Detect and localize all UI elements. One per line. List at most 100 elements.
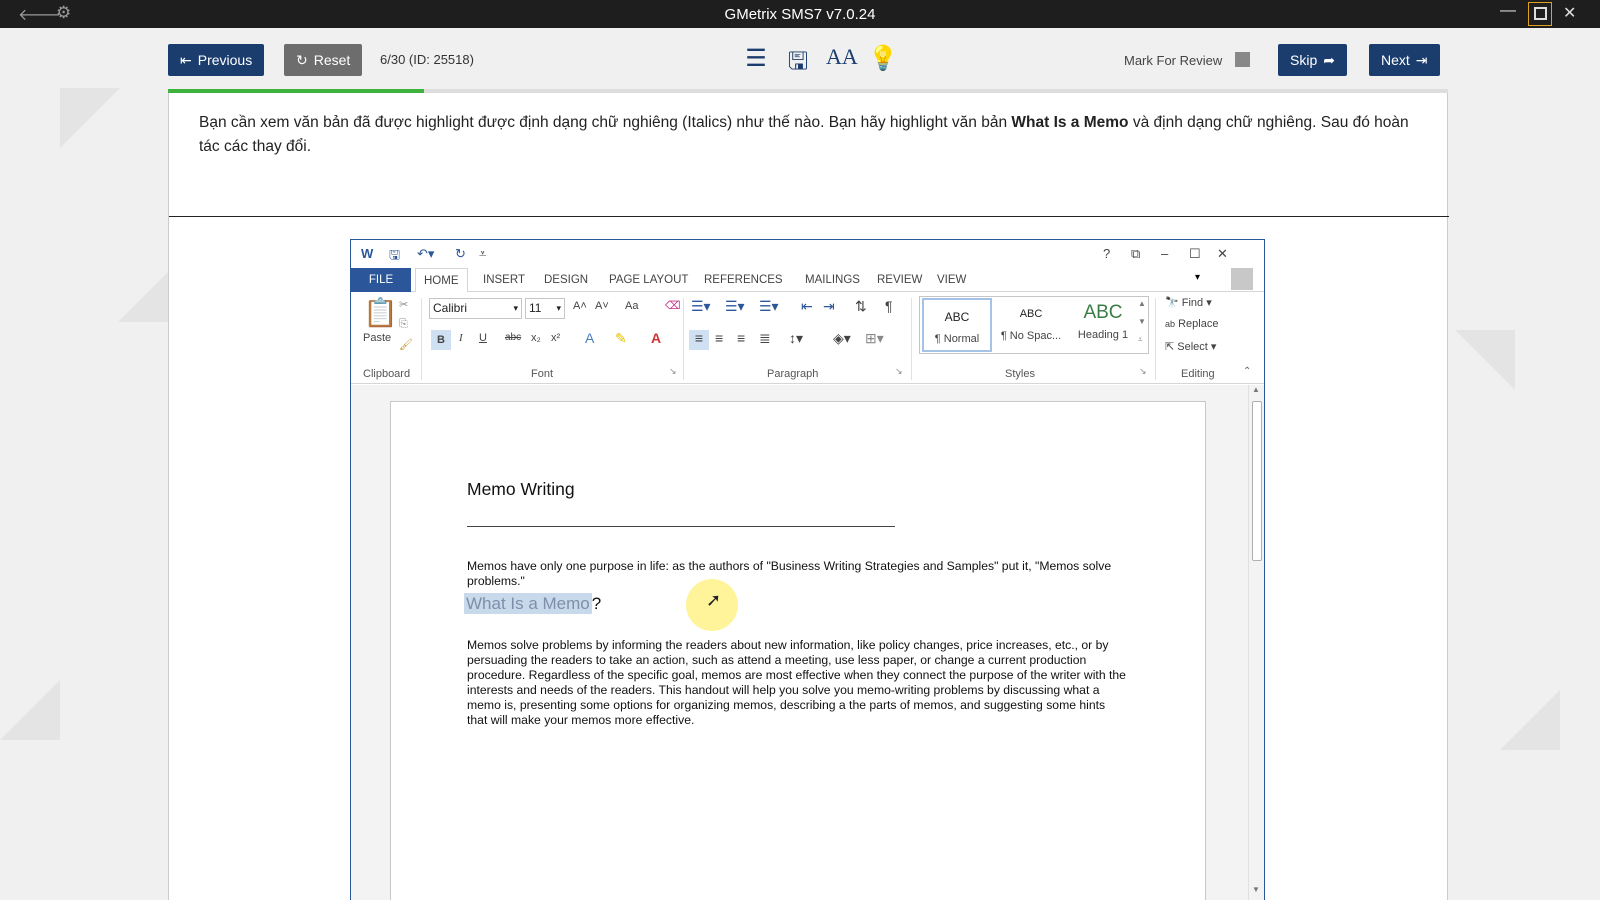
superscript-button[interactable]: x² [551,332,560,344]
minimize-icon[interactable]: — [1500,2,1516,20]
doc-body-paragraph: Memos solve problems by informing the re… [467,638,1126,727]
find-button[interactable]: 🔭 Find ▾ [1165,296,1212,309]
tab-mailings[interactable]: MAILINGS [797,268,868,292]
word-window: W 🖫 ↶▾ ↻ ⩡ ? ⧉ – ☐ ✕ FILE HOME INSERT DE… [350,239,1265,900]
cut-icon[interactable]: ✂ [399,298,408,311]
bullets-icon[interactable]: ☰▾ [691,298,711,315]
replace-button[interactable]: ab Replace [1165,318,1218,330]
borders-icon[interactable]: ⊞▾ [865,330,884,347]
help-button[interactable]: ? [1103,246,1110,261]
tab-references[interactable]: REFERENCES [696,268,791,292]
font-group-label: Font [531,368,554,380]
align-left-icon[interactable]: ≡ [689,330,709,350]
styles-scroll-down-icon[interactable]: ▼ [1138,317,1146,326]
scrollbar-thumb[interactable] [1252,401,1262,561]
style-normal[interactable]: ABC ¶ Normal [922,298,992,352]
select-arrow-icon: ⇱ [1165,341,1175,353]
shrink-font-button[interactable]: A˅ [595,300,609,312]
highlight-color-icon[interactable]: ✎ [615,330,627,347]
numbering-icon[interactable]: ☰▾ [725,298,745,315]
undo-icon[interactable]: ↶▾ [417,246,434,262]
avatar[interactable] [1231,268,1253,290]
font-dialog-launcher-icon[interactable]: ↘ [669,366,677,377]
previous-icon: ⇤ [180,51,192,68]
tab-review[interactable]: REVIEW [869,268,930,292]
skip-button[interactable]: Skip ➦ [1278,44,1347,76]
paste-icon[interactable]: 📋 [363,296,398,329]
font-color-icon[interactable]: A [651,330,661,346]
list-icon[interactable]: ☰ [742,44,770,85]
word-close-icon[interactable]: ✕ [1217,246,1228,262]
paragraph-dialog-launcher-icon[interactable]: ↘ [895,366,903,377]
mark-for-review-checkbox[interactable] [1235,52,1250,67]
format-painter-icon[interactable]: 🖌 [399,338,413,351]
line-spacing-icon[interactable]: ↕▾ [789,330,803,347]
change-case-button[interactable]: Aa [625,300,638,312]
tab-view[interactable]: VIEW [929,268,974,292]
scroll-up-icon[interactable]: ▲ [1252,385,1260,394]
paste-button[interactable]: Paste [363,332,391,344]
decrease-indent-icon[interactable]: ⇤ [801,298,813,315]
vertical-scrollbar[interactable]: ▲ ▼ [1248,385,1264,900]
doc-title: Memo Writing [467,479,575,499]
reset-button[interactable]: ↻ Reset [284,44,363,76]
group-divider [683,298,684,380]
selected-text[interactable]: What Is a Memo [464,593,592,614]
underline-button[interactable]: U [479,332,487,344]
tab-design[interactable]: DESIGN [536,268,596,292]
style-no-spacing[interactable]: ABC ¶ No Spac... [996,298,1066,352]
styles-more-icon[interactable]: ⩡ [1138,335,1143,345]
account-dropdown-icon[interactable]: ▾ [1195,272,1200,283]
font-name-combo[interactable]: Calibri ▾ [429,298,522,319]
previous-button[interactable]: ⇤ Previous [168,44,265,76]
lightbulb-icon[interactable]: 💡 [868,44,898,85]
grow-font-button[interactable]: A˄ [573,300,587,312]
styles-group-label: Styles [1005,368,1035,380]
multilevel-list-icon[interactable]: ☰▾ [759,298,779,315]
align-center-icon[interactable]: ≡ [715,330,723,346]
italic-button[interactable]: I [459,332,463,344]
style-heading-1[interactable]: ABC Heading 1 [1068,298,1138,352]
styles-scroll-up-icon[interactable]: ▲ [1138,299,1146,308]
close-icon[interactable]: ✕ [1563,3,1576,23]
text-effects-icon[interactable]: A [585,330,594,346]
quick-save-icon[interactable]: 🖫 [389,246,400,268]
sort-icon[interactable]: ⇅ [855,298,867,315]
copy-icon[interactable]: ⎘ [399,318,408,331]
maximize-button[interactable] [1528,2,1552,26]
redo-icon[interactable]: ↻ [455,246,466,262]
customize-qat-icon[interactable]: ⩡ [479,246,486,262]
paragraph-group-label: Paragraph [767,368,819,380]
ribbon-display-icon[interactable]: ⧉ [1131,246,1140,262]
doc-heading[interactable]: What Is a Memo? [464,593,601,614]
skip-icon: ➦ [1323,51,1335,68]
tab-file[interactable]: FILE [351,268,411,292]
align-right-icon[interactable]: ≡ [737,330,745,346]
next-button[interactable]: Next ⇥ [1369,44,1440,76]
tab-page-layout[interactable]: PAGE LAYOUT [601,268,696,292]
clear-formatting-icon[interactable]: ⌫ [665,299,681,312]
document-page[interactable]: Memo Writing Memos have only one purpose… [390,401,1206,900]
strikethrough-button[interactable]: abc [505,332,521,343]
increase-indent-icon[interactable]: ⇥ [823,298,835,315]
subscript-button[interactable]: x₂ [531,332,541,344]
select-button[interactable]: ⇱ Select ▾ [1165,340,1216,353]
ribbon-home: 📋 Paste ✂ ⎘ 🖌 Clipboard Calibri ▾ 11 ▾ A˄ … [351,292,1264,384]
reset-icon: ↻ [296,51,308,68]
scroll-down-icon[interactable]: ▼ [1252,885,1260,894]
tab-insert[interactable]: INSERT [475,268,533,292]
word-minimize-icon[interactable]: – [1161,246,1168,261]
justify-icon[interactable]: ≣ [759,330,771,347]
styles-dialog-launcher-icon[interactable]: ↘ [1139,366,1147,377]
exam-tools: ☰ 🖫 AA 💡 [742,44,898,85]
save-icon[interactable]: 🖫 [784,44,812,85]
app-title: GMetrix SMS7 v7.0.24 [724,6,876,23]
tab-home[interactable]: HOME [415,268,468,293]
shading-icon[interactable]: ◈▾ [833,330,851,347]
show-formatting-button[interactable]: ¶ [885,298,893,314]
word-maximize-icon[interactable]: ☐ [1189,246,1201,262]
collapse-ribbon-icon[interactable]: ⌃ [1243,366,1251,377]
font-size-combo[interactable]: 11 ▾ [525,298,565,319]
bold-button[interactable]: B [431,330,451,350]
font-size-icon[interactable]: AA [826,44,858,85]
